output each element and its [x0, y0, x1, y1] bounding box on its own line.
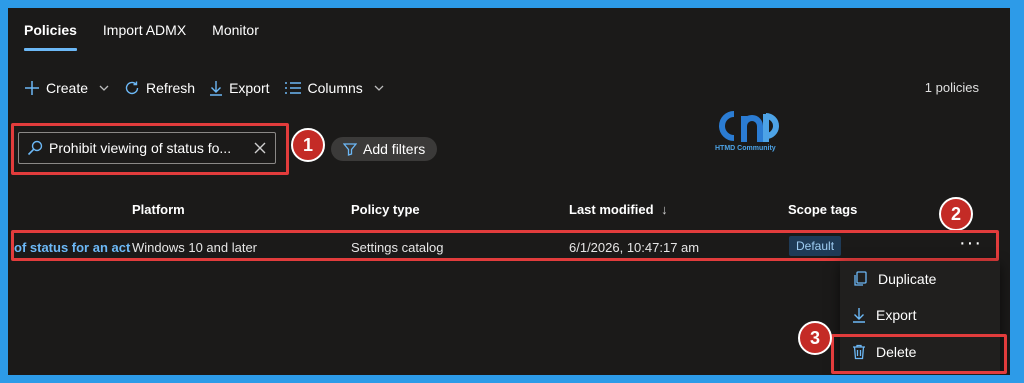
callout-badge-3: 3: [798, 321, 832, 355]
filter-icon: [343, 142, 357, 156]
policy-type-cell: Settings catalog: [351, 240, 444, 255]
create-label: Create: [46, 80, 89, 96]
chevron-down-icon: [98, 82, 110, 94]
add-filters-label: Add filters: [363, 141, 426, 157]
tab-import-admx[interactable]: Import ADMX: [103, 8, 186, 58]
policies-panel: Policies Import ADMX Monitor Create Refr…: [8, 8, 1010, 375]
plus-icon: [24, 80, 40, 96]
column-header-last-modified[interactable]: Last modified ↓: [569, 202, 668, 217]
search-value: Prohibit viewing of status fo...: [49, 140, 232, 156]
export-label: Export: [229, 80, 270, 96]
search-icon: [27, 140, 43, 156]
chevron-down-icon: [373, 82, 385, 94]
column-header-platform[interactable]: Platform: [132, 202, 185, 217]
scope-tag-badge: Default: [789, 236, 842, 256]
columns-icon: [284, 81, 302, 95]
last-modified-cell: 6/1/2026, 10:47:17 am: [569, 240, 700, 255]
column-header-scope-tags[interactable]: Scope tags: [788, 202, 857, 217]
callout-badge-1: 1: [291, 128, 325, 162]
refresh-icon: [124, 80, 140, 96]
delete-highlight-box: [831, 334, 1007, 374]
sort-down-icon: ↓: [661, 202, 668, 217]
tab-monitor[interactable]: Monitor: [212, 8, 259, 58]
platform-cell: Windows 10 and later: [132, 240, 258, 255]
clear-search-icon[interactable]: [253, 141, 267, 155]
tab-policies[interactable]: Policies: [24, 8, 77, 58]
menu-item-export[interactable]: Export: [840, 299, 1000, 331]
duplicate-label: Duplicate: [878, 271, 937, 287]
column-header-policy-type[interactable]: Policy type: [351, 202, 420, 217]
tab-bar: Policies Import ADMX Monitor: [24, 8, 259, 58]
policy-name-link[interactable]: of status for an act: [14, 240, 130, 255]
download-icon: [852, 307, 866, 323]
last-modified-label: Last modified: [569, 202, 654, 217]
copy-icon: [852, 271, 868, 287]
watermark-text: HTMD Community: [715, 145, 776, 152]
command-bar: Create Refresh Export Columns: [24, 76, 385, 100]
menu-item-duplicate[interactable]: Duplicate: [840, 263, 1000, 295]
refresh-button[interactable]: Refresh: [124, 80, 195, 96]
more-options-icon[interactable]: ···: [959, 232, 982, 255]
policy-count: 1 policies: [924, 80, 979, 95]
export-button[interactable]: Export: [209, 80, 270, 96]
export-menu-label: Export: [876, 307, 917, 323]
columns-label: Columns: [307, 80, 363, 96]
callout-badge-2: 2: [939, 197, 973, 231]
add-filters-button[interactable]: Add filters: [331, 137, 438, 161]
columns-button[interactable]: Columns: [284, 80, 385, 96]
refresh-label: Refresh: [146, 80, 196, 96]
search-input[interactable]: Prohibit viewing of status fo...: [18, 132, 276, 164]
download-icon: [209, 80, 223, 96]
create-button[interactable]: Create: [24, 80, 110, 96]
